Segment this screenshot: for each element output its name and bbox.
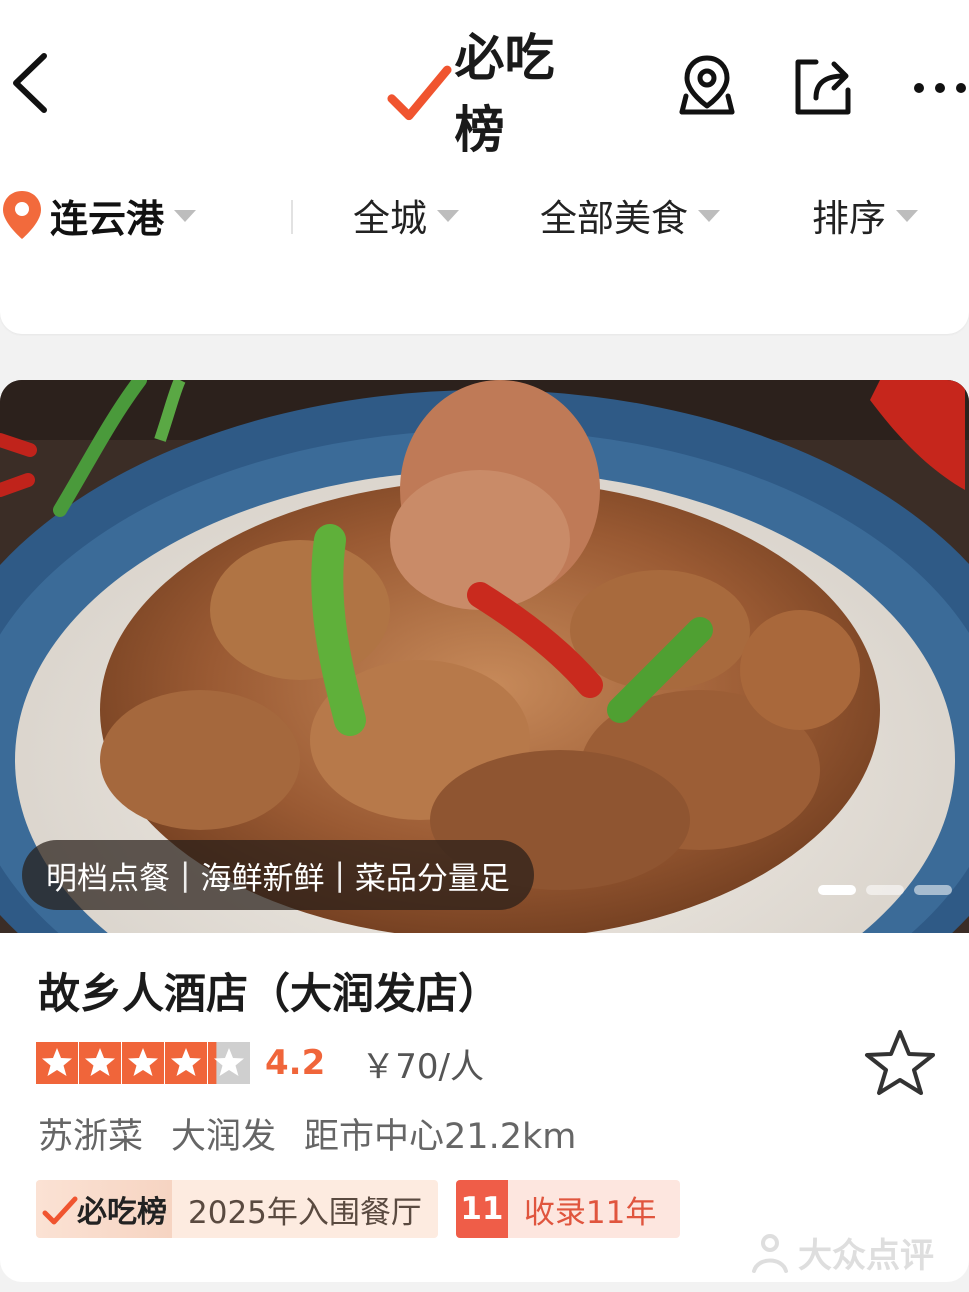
city-name: 连云港 bbox=[50, 196, 165, 241]
photo-tag: 明档点餐 bbox=[46, 860, 170, 897]
badge-logo: 必吃榜 bbox=[36, 1180, 172, 1238]
filter-bar: 连云港 全城 全部美食 排序 bbox=[0, 180, 969, 250]
tag-separator: | bbox=[180, 857, 191, 893]
rating-star bbox=[79, 1042, 121, 1084]
sort-filter-label: 排序 bbox=[812, 197, 886, 240]
back-arrow-icon bbox=[13, 53, 47, 113]
nav-bar: 必吃榜 bbox=[0, 29, 969, 159]
watermark: 大众点评 bbox=[748, 1228, 934, 1277]
years-number: 11 bbox=[455, 1180, 508, 1238]
rating-star bbox=[208, 1042, 250, 1084]
brand-logo: 必吃榜 bbox=[386, 29, 598, 159]
average-price: ￥70/人 bbox=[361, 1046, 484, 1087]
map-button[interactable] bbox=[672, 50, 742, 120]
carousel-dot-active bbox=[818, 885, 856, 895]
rating-score: 4.2 bbox=[265, 1043, 326, 1083]
carousel-dot bbox=[866, 885, 904, 895]
photo-tags: 明档点餐 | 海鲜新鲜 | 菜品分量足 bbox=[22, 840, 534, 910]
chevron-down-icon bbox=[896, 210, 918, 222]
rating-star bbox=[36, 1042, 78, 1084]
badges: 必吃榜 2025年入围餐厅 11 收录11年 bbox=[36, 1180, 681, 1238]
carousel-dot bbox=[914, 885, 952, 895]
restaurant-name[interactable]: 故乡人酒店（大润发店） bbox=[38, 960, 500, 1021]
back-button[interactable] bbox=[6, 48, 58, 118]
star-outline-icon bbox=[865, 1030, 935, 1095]
cuisine-type: 苏浙菜 bbox=[38, 1117, 144, 1157]
category-filter-label: 全部美食 bbox=[540, 197, 688, 240]
photo-tag: 海鲜新鲜 bbox=[200, 860, 325, 897]
star-rating bbox=[36, 1042, 251, 1084]
carousel-indicator bbox=[818, 885, 952, 895]
more-button[interactable] bbox=[905, 50, 969, 120]
brand-title: 必吃榜 bbox=[454, 29, 555, 159]
meta-row: 苏浙菜 大润发 距市中心21.2km bbox=[38, 1108, 604, 1159]
share-icon bbox=[795, 59, 851, 115]
filter-divider bbox=[291, 200, 293, 234]
map-pin-icon bbox=[679, 55, 735, 115]
chevron-down-icon bbox=[174, 210, 197, 222]
brand-check-mark bbox=[387, 65, 452, 121]
header-panel: 必吃榜 连云港 全城 全部美食 排序 bbox=[0, 0, 969, 334]
more-dots-icon bbox=[914, 83, 966, 93]
rating-star bbox=[122, 1042, 164, 1084]
chevron-down-icon bbox=[698, 210, 720, 222]
app-root: 必吃榜 连云港 全城 全部美食 排序 明档点餐 | 海鲜新鲜 | 菜品分量足 故… bbox=[0, 0, 969, 1292]
location-pin-icon bbox=[3, 191, 41, 239]
dianping-logo-icon bbox=[752, 1233, 788, 1273]
rating-star bbox=[165, 1042, 207, 1084]
dish-photo[interactable]: 明档点餐 | 海鲜新鲜 | 菜品分量足 bbox=[0, 380, 969, 933]
favorite-button[interactable] bbox=[862, 1028, 938, 1098]
brand-check-mark bbox=[42, 1196, 78, 1225]
rating-row: 4.2 ￥70/人 bbox=[36, 1040, 484, 1087]
restaurant-card[interactable]: 明档点餐 | 海鲜新鲜 | 菜品分量足 故乡人酒店（大润发店） 4.2 ￥70/… bbox=[0, 380, 969, 1282]
watermark-text: 大众点评 bbox=[798, 1236, 934, 1276]
years-badge[interactable]: 11 收录11年 bbox=[455, 1180, 681, 1238]
tag-separator: | bbox=[334, 857, 345, 893]
city-selector[interactable]: 连云港 bbox=[0, 180, 197, 250]
district: 大润发 bbox=[171, 1117, 277, 1157]
chevron-down-icon bbox=[437, 210, 459, 222]
badge-brand: 必吃榜 bbox=[77, 1195, 167, 1230]
photo-tag: 菜品分量足 bbox=[354, 860, 510, 897]
area-filter[interactable]: 全城 bbox=[353, 180, 459, 250]
share-button[interactable] bbox=[786, 50, 856, 120]
badge-label: 2025年入围餐厅 bbox=[188, 1194, 422, 1231]
distance: 距市中心21.2km bbox=[304, 1117, 577, 1157]
years-label: 收录11年 bbox=[523, 1194, 657, 1231]
must-eat-badge[interactable]: 必吃榜 2025年入围餐厅 bbox=[36, 1180, 438, 1238]
sort-filter[interactable]: 排序 bbox=[812, 180, 918, 250]
area-filter-label: 全城 bbox=[353, 197, 427, 240]
category-filter[interactable]: 全部美食 bbox=[540, 180, 720, 250]
